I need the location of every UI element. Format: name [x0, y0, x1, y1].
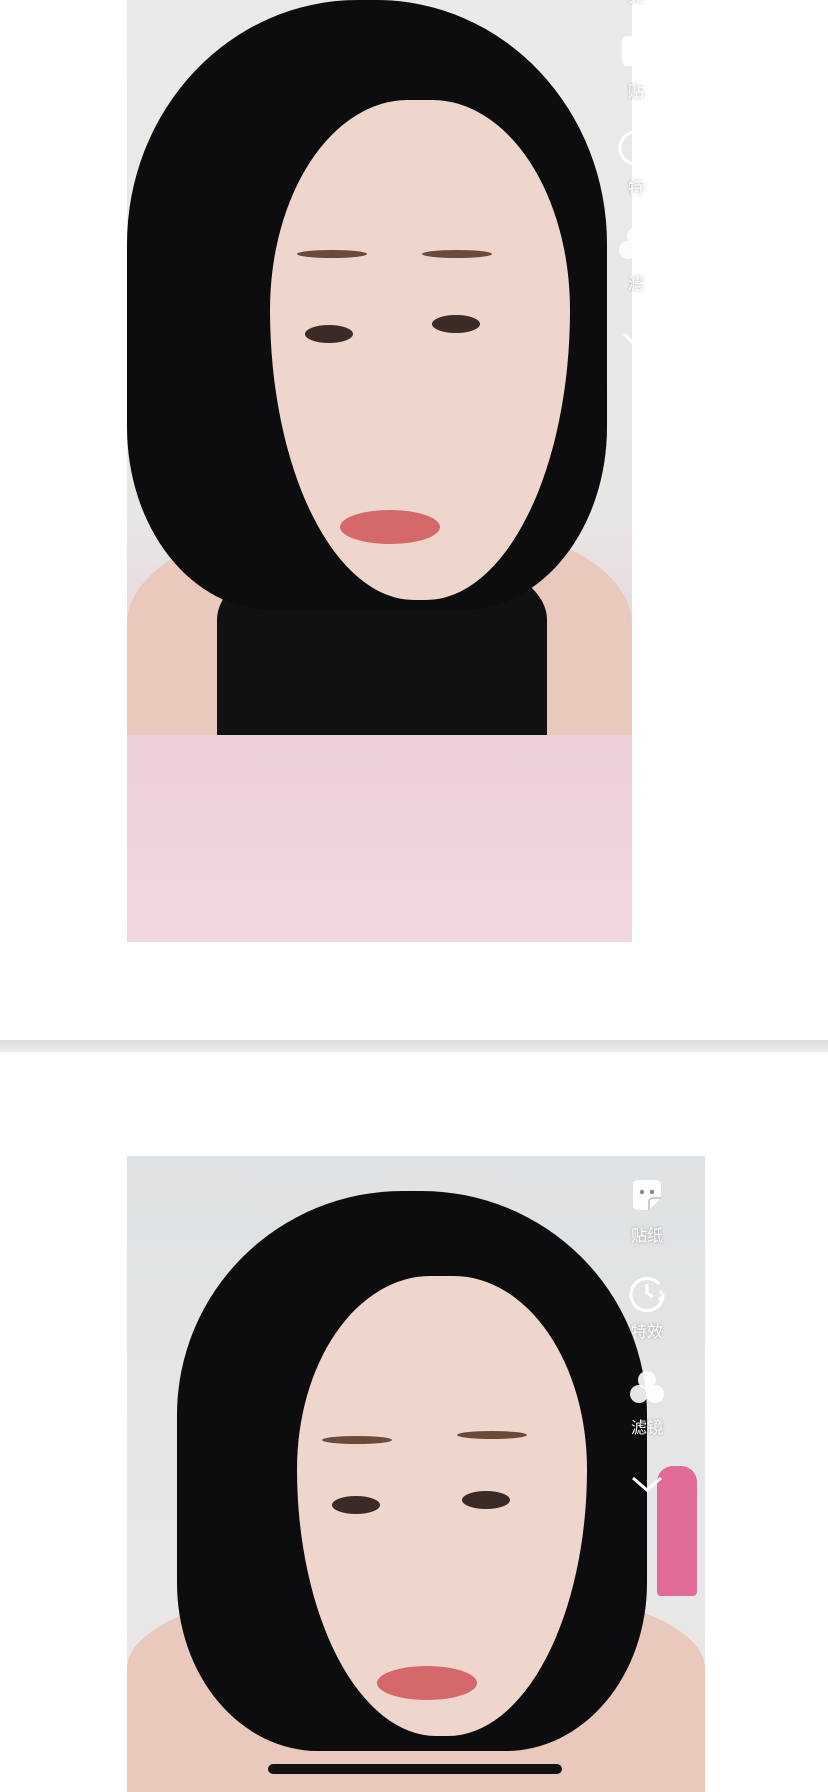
- effects-icon: [629, 1277, 665, 1312]
- subject-eye-left: [305, 325, 353, 343]
- side-toolbar-top: 文 贴 特 滤: [611, 0, 661, 360]
- subject-brow-left: [297, 250, 367, 258]
- subject-lips: [377, 1666, 477, 1700]
- filter-icon: [630, 1371, 664, 1403]
- chevron-down-icon: [632, 1476, 662, 1492]
- side-toolbar-bottom: 贴纸 特效 滤镜: [622, 1176, 672, 1504]
- expand-toolbar-button[interactable]: [627, 1464, 667, 1504]
- effects-tool-label: 特效: [630, 1324, 663, 1341]
- effects-tool[interactable]: 特效: [627, 1272, 667, 1368]
- bedsheet: [127, 735, 632, 942]
- sticker-tool-label: 贴: [627, 84, 644, 101]
- sticker-tool[interactable]: 贴: [616, 32, 656, 128]
- video-preview-bottom: [127, 1156, 705, 1792]
- sticker-icon: [633, 1180, 661, 1210]
- video-preview-top: [127, 0, 632, 942]
- effects-tool-label: 特: [627, 180, 644, 197]
- filter-tool-label: 滤镜: [630, 1420, 663, 1437]
- top-screenshot-card: 文 贴 特 滤: [0, 0, 828, 1040]
- subject-eye-right: [432, 315, 480, 333]
- subject-brow-right: [457, 1431, 527, 1439]
- chevron-down-icon: [622, 332, 650, 349]
- text-tool-label-cut: 文: [628, 0, 644, 32]
- filter-tool[interactable]: 滤: [616, 224, 656, 320]
- subject-lips: [340, 510, 440, 544]
- sticker-tool[interactable]: 贴纸: [627, 1176, 667, 1272]
- effects-icon: [618, 130, 654, 166]
- filter-icon: [619, 227, 653, 259]
- screenshot-divider: [0, 1040, 828, 1052]
- home-indicator[interactable]: [268, 1764, 562, 1774]
- sticker-icon: [622, 36, 650, 66]
- subject-brow-left: [322, 1436, 392, 1444]
- filter-tool[interactable]: 滤镜: [627, 1368, 667, 1464]
- expand-toolbar-button[interactable]: [616, 320, 656, 360]
- sticker-tool-label: 贴纸: [630, 1228, 663, 1245]
- effects-tool[interactable]: 特: [616, 128, 656, 224]
- filter-tool-label: 滤: [627, 276, 644, 293]
- subject-brow-right: [422, 250, 492, 258]
- subject-eye-left: [332, 1496, 380, 1514]
- subject-eye-right: [462, 1491, 510, 1509]
